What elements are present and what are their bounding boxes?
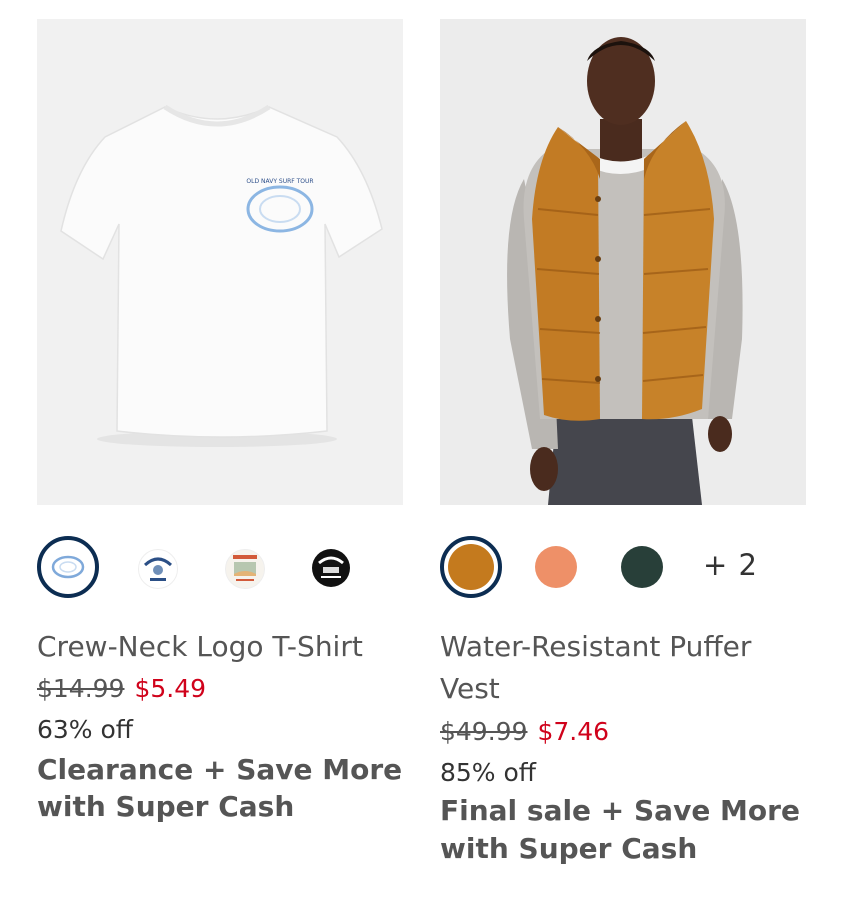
product-image-vest[interactable] (440, 19, 806, 505)
sf-ca-logo-icon (138, 549, 178, 589)
percent-off: 63% off (37, 715, 134, 744)
svg-text:OLD NAVY SURF TOUR: OLD NAVY SURF TOUR (246, 178, 313, 185)
price-row: $49.99 $7.46 (440, 717, 609, 747)
beach-graphic-icon (225, 549, 265, 589)
price-row: $14.99 $5.49 (37, 674, 206, 704)
color-swatches (37, 536, 403, 598)
sale-price: $5.49 (134, 674, 207, 703)
swatch-orange-brown[interactable] (440, 536, 502, 598)
promo-line-1: Clearance + Save More (37, 753, 403, 786)
original-price: $49.99 (440, 717, 528, 746)
more-colors-count[interactable]: + 2 (703, 548, 758, 582)
original-price: $14.99 (37, 674, 125, 703)
swatch-logo-icon (45, 544, 91, 590)
california-logo-icon (312, 549, 350, 587)
tshirt-illustration: OLD NAVY SURF TOUR (37, 19, 403, 505)
percent-off: 85% off (440, 758, 537, 787)
swatch-white-logo-tee[interactable] (37, 536, 99, 598)
swatch-peach-fill (535, 546, 577, 588)
product-title-line-1[interactable]: Water-Resistant Puffer (440, 626, 806, 668)
swatch-peach[interactable] (529, 540, 591, 602)
swatch-dark-green-fill (621, 546, 663, 588)
sale-price: $7.46 (537, 717, 610, 746)
swatch-dark-green[interactable] (615, 540, 677, 602)
swatch-orange-brown-fill (448, 544, 494, 590)
product-title-line-2[interactable]: Vest (440, 668, 806, 710)
swatch-california-black[interactable] (299, 536, 361, 598)
product-title[interactable]: Crew-Neck Logo T-Shirt (37, 626, 403, 668)
swatch-beach-graphic[interactable] (212, 536, 274, 598)
product-image-tshirt[interactable]: OLD NAVY SURF TOUR (37, 19, 403, 505)
promo-line-1: Final sale + Save More (440, 794, 800, 827)
swatch-sf-ca-logo[interactable] (125, 536, 187, 598)
promo-line-2: with Super Cash (440, 832, 698, 865)
promo-line-2: with Super Cash (37, 790, 295, 823)
model-vest-illustration (440, 19, 806, 505)
